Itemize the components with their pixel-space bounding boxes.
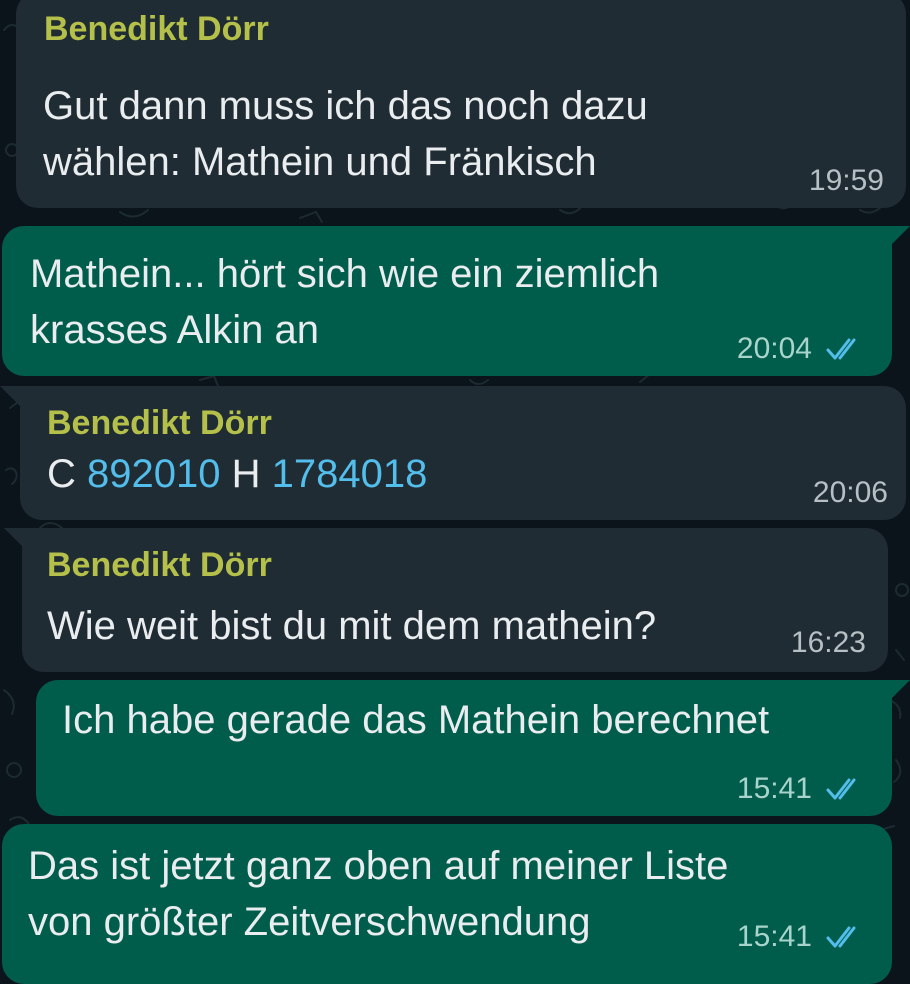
message-text: Mathein... hört sich wie ein ziemlich bbox=[30, 252, 660, 296]
message-time: 20:06 bbox=[812, 476, 888, 509]
phone-number-link[interactable]: 1784018 bbox=[272, 452, 428, 496]
message-text: wählen: Mathein und Fränkisch bbox=[43, 140, 597, 184]
double-check-icon bbox=[826, 338, 856, 360]
message-text: Gut dann muss ich das noch dazu bbox=[43, 84, 648, 128]
message-text: Ich habe gerade das Mathein berechnet bbox=[62, 698, 770, 742]
bubble-tail bbox=[0, 386, 22, 408]
message-text: krasses Alkin an bbox=[30, 308, 320, 352]
message-bubble-outgoing[interactable]: Das ist jetzt ganz oben auf meiner Liste… bbox=[2, 824, 892, 984]
message-time: 16:23 bbox=[790, 626, 866, 659]
message-text: Das ist jetzt ganz oben auf meiner Liste bbox=[28, 844, 729, 888]
sender-name[interactable]: Benedikt Dörr bbox=[47, 404, 272, 443]
message-bubble-incoming[interactable]: Benedikt Dörr Wie weit bist du mit dem m… bbox=[22, 528, 888, 672]
message-text-part: H bbox=[220, 452, 272, 496]
message-bubble-outgoing[interactable]: Ich habe gerade das Mathein berechnet 15… bbox=[36, 680, 892, 816]
message-time: 20:04 bbox=[736, 332, 812, 365]
phone-number-link[interactable]: 892010 bbox=[87, 452, 220, 496]
message-text: Wie weit bist du mit dem mathein? bbox=[47, 604, 657, 648]
sender-name[interactable]: Benedikt Dörr bbox=[44, 10, 269, 49]
message-list[interactable]: Benedikt Dörr Gut dann muss ich das noch… bbox=[0, 0, 910, 984]
message-bubble-outgoing[interactable]: Mathein... hört sich wie ein ziemlich kr… bbox=[2, 226, 892, 376]
message-bubble-incoming[interactable]: Benedikt Dörr Gut dann muss ich das noch… bbox=[16, 0, 906, 208]
message-time: 19:59 bbox=[808, 164, 884, 197]
message-text: C 892010 H 1784018 bbox=[47, 446, 427, 502]
message-time: 15:41 bbox=[736, 772, 812, 805]
sender-name[interactable]: Benedikt Dörr bbox=[47, 546, 272, 585]
message-text-part: C bbox=[47, 452, 87, 496]
message-bubble-incoming[interactable]: Benedikt Dörr C 892010 H 1784018 20:06 bbox=[20, 386, 906, 520]
message-text: von größter Zeitverschwendung bbox=[28, 900, 591, 944]
double-check-icon bbox=[826, 778, 856, 800]
message-time: 15:41 bbox=[736, 920, 812, 953]
double-check-icon bbox=[826, 926, 856, 948]
